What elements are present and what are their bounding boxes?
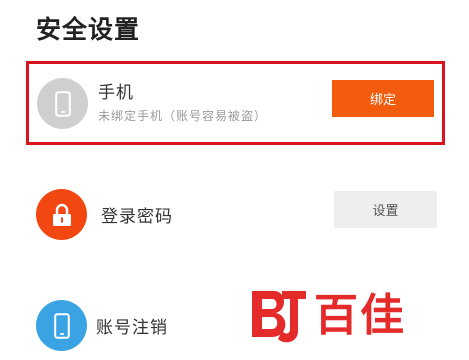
bind-phone-button[interactable]: 绑定 [332,80,434,117]
phone-icon [36,300,87,351]
lock-icon [36,189,87,240]
watermark-text: 百佳 [314,289,406,341]
set-password-button[interactable]: 设置 [334,191,437,228]
phone-label: 手机 [98,83,134,103]
password-label: 登录密码 [101,207,173,227]
phone-status-text: 未绑定手机（账号容易被盗） [98,109,268,123]
cancel-account-label: 账号注销 [96,318,168,338]
watermark: 百佳 [248,283,448,348]
phone-row: 手机 未绑定手机（账号容易被盗） 绑定 [26,61,445,145]
bj-logo [252,290,306,342]
page-title: 安全设置 [36,15,141,44]
phone-icon [37,78,88,129]
password-row: 登录密码 设置 [0,185,469,245]
